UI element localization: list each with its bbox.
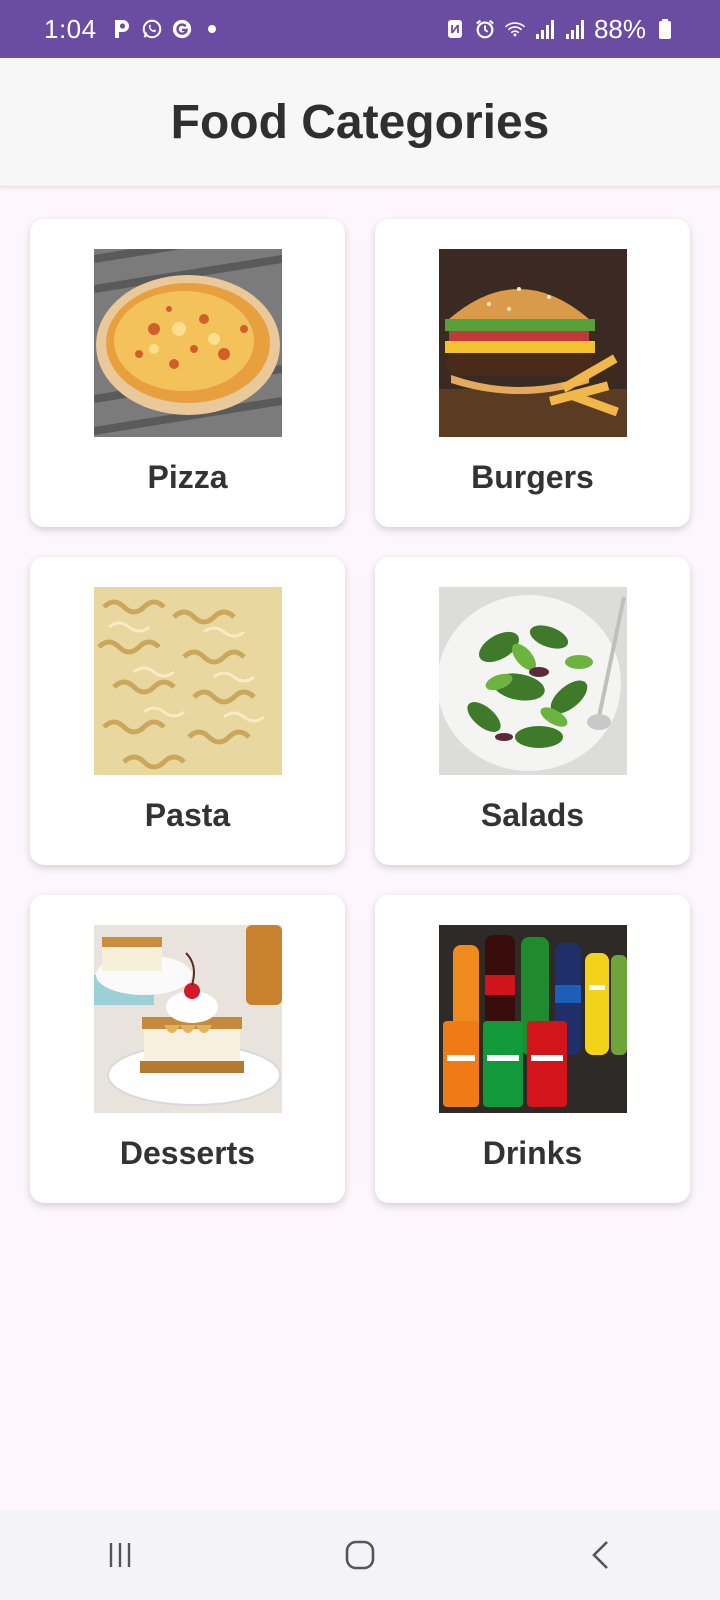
category-card-burgers[interactable]: Burgers — [375, 219, 690, 527]
signal-icon — [534, 18, 556, 40]
pasta-image — [93, 587, 282, 775]
pizza-image — [93, 249, 282, 437]
battery-icon — [654, 18, 676, 40]
category-card-desserts[interactable]: Desserts — [30, 895, 345, 1203]
salad-image — [438, 587, 627, 775]
g-icon — [171, 18, 193, 40]
p-icon — [111, 18, 133, 40]
category-label: Desserts — [119, 1135, 256, 1171]
category-label: Burgers — [471, 459, 594, 495]
wifi-icon — [504, 18, 526, 40]
dessert-image — [93, 925, 282, 1113]
dot-icon — [201, 18, 223, 40]
status-right-icons: 88% — [444, 14, 676, 45]
status-time: 1:04 — [44, 13, 97, 44]
nfc-icon — [444, 18, 466, 40]
category-grid: Pizza Burgers Pasta Salads Desserts Drin… — [30, 219, 690, 1203]
category-label: Salads — [480, 797, 585, 833]
status-left-icons — [111, 18, 223, 40]
category-label: Drinks — [482, 1135, 583, 1171]
drinks-image — [438, 925, 627, 1113]
category-card-drinks[interactable]: Drinks — [375, 895, 690, 1203]
recents-icon[interactable] — [80, 1525, 160, 1585]
battery-percentage: 88% — [593, 13, 646, 44]
whatsapp-icon — [141, 18, 163, 40]
signal-icon — [564, 18, 586, 40]
app-header: Food Categories — [0, 58, 720, 187]
category-label: Pasta — [144, 797, 231, 833]
home-icon[interactable] — [320, 1525, 400, 1585]
status-bar: 1:04 88% — [0, 0, 720, 58]
back-icon[interactable] — [560, 1525, 640, 1585]
navigation-bar — [0, 1510, 720, 1600]
alarm-icon — [474, 18, 496, 40]
burger-image — [438, 249, 627, 437]
page-title: Food Categories — [170, 95, 550, 149]
category-card-pizza[interactable]: Pizza — [30, 219, 345, 527]
category-label: Pizza — [147, 459, 228, 495]
category-card-salads[interactable]: Salads — [375, 557, 690, 865]
category-card-pasta[interactable]: Pasta — [30, 557, 345, 865]
